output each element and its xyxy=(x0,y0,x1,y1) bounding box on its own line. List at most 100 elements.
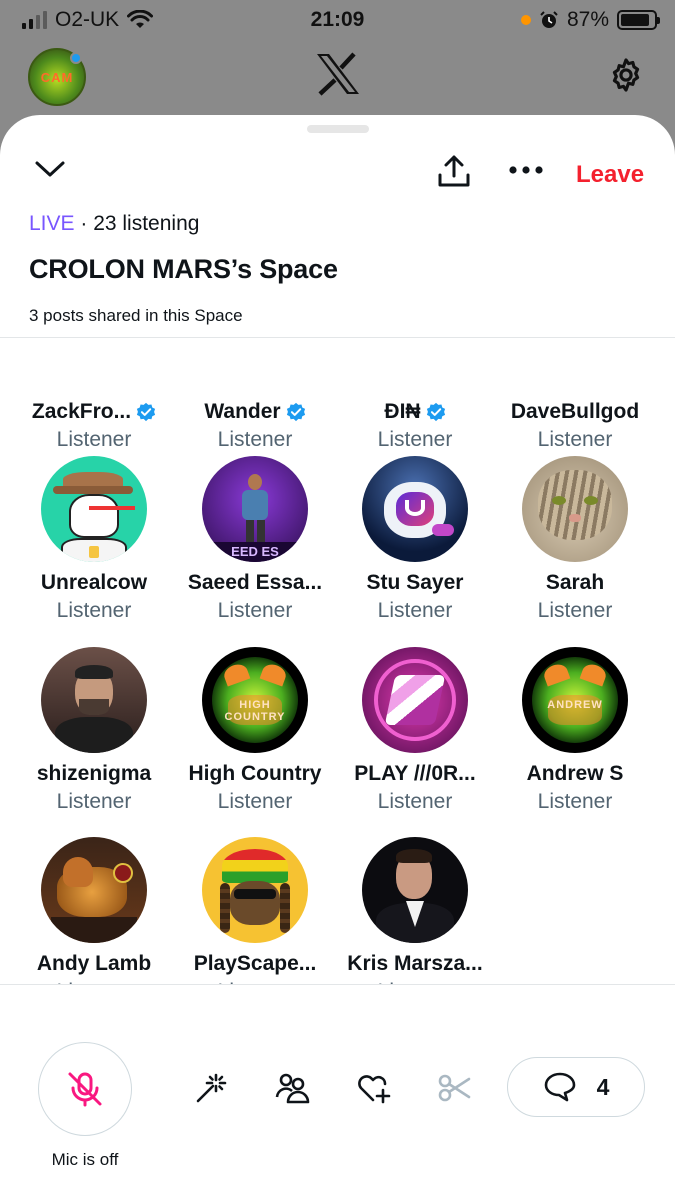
mic-button[interactable] xyxy=(38,1042,132,1136)
magic-wand-icon[interactable] xyxy=(194,1071,228,1105)
participant-name-row: Sarah xyxy=(495,570,655,596)
participant-name-row: Stu Sayer xyxy=(335,570,495,596)
participant-name: Andy Lamb xyxy=(36,952,152,975)
avatar[interactable]: EED ES xyxy=(202,456,308,562)
participant-name-row: Saeed Essa... xyxy=(175,570,335,596)
avatar-art xyxy=(113,863,133,883)
participant-card[interactable]: Andy LambListener xyxy=(14,837,174,984)
profile-avatar[interactable]: CAM xyxy=(28,48,86,106)
avatar-art xyxy=(396,849,432,863)
notification-dot xyxy=(70,52,82,64)
avatar-art xyxy=(75,665,113,679)
avatar-art xyxy=(584,496,598,505)
comments-button[interactable]: 4 xyxy=(507,1057,645,1117)
avatar-art: ANDREW xyxy=(547,699,603,711)
participant-card[interactable]: ĐΙ₦ Listener xyxy=(335,339,495,452)
avatar-art: HIGH COUNTRY xyxy=(224,699,286,723)
avatar-art xyxy=(384,675,446,725)
avatar-art xyxy=(242,490,268,520)
drag-handle[interactable] xyxy=(306,125,369,133)
gear-icon[interactable] xyxy=(607,56,645,94)
status-bar: O2-UK 21:09 87% xyxy=(0,0,675,40)
participant-card[interactable]: shizenigma Listener xyxy=(14,647,174,814)
avatar-art xyxy=(220,883,230,933)
avatar[interactable] xyxy=(362,456,468,562)
avatar-art xyxy=(89,506,135,510)
avatar[interactable] xyxy=(202,339,308,391)
participant-card[interactable]: EED ES Saeed Essa... Listener xyxy=(175,456,335,623)
avatar[interactable] xyxy=(41,339,147,391)
avatar-art xyxy=(55,717,133,753)
verified-badge-icon xyxy=(426,402,445,422)
avatar-art xyxy=(432,524,454,536)
participant-name: Wander xyxy=(204,400,281,423)
participant-name: DaveBullgod xyxy=(510,400,640,423)
avatar-art xyxy=(63,857,93,887)
participant-name-row: shizenigma xyxy=(14,761,174,787)
participant-card[interactable]: ZackFro... Listener xyxy=(14,339,174,452)
avatar-art xyxy=(246,520,254,544)
participant-role: Listener xyxy=(56,599,132,622)
mic-status-label: Mic is off xyxy=(51,1150,119,1169)
avatar[interactable] xyxy=(202,837,308,943)
participant-name-row: ZackFro... xyxy=(14,399,174,425)
participant-card[interactable]: DaveBullgod Listener xyxy=(495,339,655,452)
avatar-art xyxy=(79,699,109,715)
participant-card[interactable]: PlayScape...Listener xyxy=(175,837,335,984)
avatar-art xyxy=(257,520,265,544)
avatar[interactable]: HIGH COUNTRY xyxy=(202,647,308,753)
app-header: CAM xyxy=(0,40,675,115)
participant-name: PLAY ///0R... xyxy=(354,762,476,785)
heart-plus-icon[interactable] xyxy=(356,1071,392,1105)
participant-card[interactable]: ANDREW Andrew S Listener xyxy=(495,647,655,814)
space-toolbar: Leave xyxy=(0,153,675,199)
avatar[interactable] xyxy=(362,837,468,943)
people-icon[interactable] xyxy=(275,1071,311,1105)
avatar[interactable] xyxy=(522,456,628,562)
participant-name-row: DaveBullgod xyxy=(495,399,655,425)
alarm-icon xyxy=(540,11,558,28)
avatar-art xyxy=(41,339,147,391)
participant-role: Listener xyxy=(537,790,613,813)
avatar[interactable] xyxy=(41,456,147,562)
avatar[interactable] xyxy=(362,339,468,391)
avatar-art xyxy=(405,500,425,516)
participant-name-row: PLAY ///0R... xyxy=(335,761,495,787)
avatar-art xyxy=(51,917,137,943)
privacy-indicator xyxy=(520,15,531,25)
avatar[interactable] xyxy=(362,647,468,753)
bottom-bar: Mic is off 4 xyxy=(0,985,675,1200)
participant-name: shizenigma xyxy=(36,762,152,785)
avatar-art xyxy=(202,339,308,391)
participant-role: Listener xyxy=(377,599,453,622)
participant-card[interactable]: HIGH COUNTRY High Country Listener xyxy=(175,647,335,814)
more-icon[interactable] xyxy=(508,165,544,175)
participant-name: Kris Marsza... xyxy=(347,952,483,975)
avatar[interactable] xyxy=(41,647,147,753)
participant-card[interactable]: Unrealcow Listener xyxy=(14,456,174,623)
participant-card[interactable]: Stu Sayer Listener xyxy=(335,456,495,623)
divider xyxy=(0,337,675,338)
battery-percent: 87% xyxy=(566,8,609,31)
avatar-art xyxy=(53,486,133,494)
participant-name: Sarah xyxy=(545,571,605,594)
avatar[interactable] xyxy=(41,837,147,943)
participant-role: Listener xyxy=(56,428,132,451)
leave-button[interactable]: Leave xyxy=(576,161,644,189)
chevron-down-icon[interactable] xyxy=(34,159,66,179)
avatar-art: EED ES xyxy=(202,542,308,562)
avatar[interactable]: ANDREW xyxy=(522,647,628,753)
avatar[interactable] xyxy=(522,339,628,391)
participant-role: Listener xyxy=(217,428,293,451)
participant-card[interactable]: Wander Listener xyxy=(175,339,335,452)
participant-card[interactable]: PLAY ///0R... Listener xyxy=(335,647,495,814)
share-icon[interactable] xyxy=(436,153,472,189)
participant-card[interactable]: Sarah Listener xyxy=(495,456,655,623)
avatar-art xyxy=(234,889,276,899)
participant-card[interactable]: Kris Marsza...Listener xyxy=(335,837,495,984)
listening-count: · 23 listening xyxy=(80,212,200,235)
scissors-icon xyxy=(438,1074,471,1102)
participant-name-row: Andrew S xyxy=(495,761,655,787)
wifi-icon xyxy=(127,10,154,28)
posts-shared-link[interactable]: 3 posts shared in this Space xyxy=(29,306,243,326)
